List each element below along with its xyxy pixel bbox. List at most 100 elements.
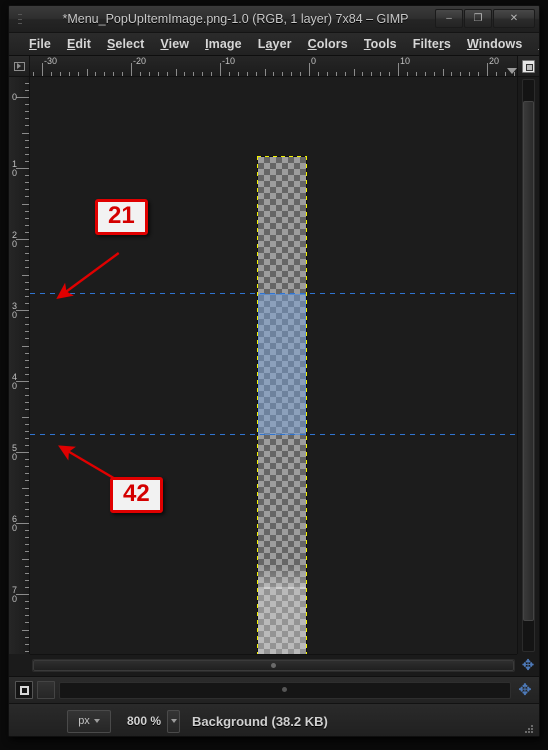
ruler-tick: [291, 72, 293, 76]
zoom-level-value[interactable]: 800 %: [127, 714, 161, 728]
ruler-tick: [202, 72, 204, 76]
ruler-origin-button[interactable]: [9, 56, 30, 77]
maximize-button[interactable]: ❐: [464, 9, 492, 28]
ruler-tick: [504, 72, 506, 76]
ruler-label-v: 20: [12, 230, 18, 249]
ruler-tick: [513, 72, 515, 76]
ruler-tick: [398, 63, 399, 76]
zoom-dropdown-button[interactable]: [167, 709, 181, 733]
menu-windows[interactable]: Windows: [459, 35, 530, 53]
ruler-tick: [25, 636, 29, 638]
menu-colors[interactable]: Colors: [300, 35, 356, 53]
unit-selector-label: px: [78, 715, 90, 727]
ruler-tick: [25, 146, 29, 148]
ruler-tick: [282, 72, 284, 76]
title-bar[interactable]: *Menu_PopUpItemImage.png-1.0 (RGB, 1 lay…: [9, 6, 539, 33]
minimize-button[interactable]: ‒: [435, 9, 463, 28]
resize-grip[interactable]: [525, 725, 535, 735]
close-button[interactable]: ✕: [493, 9, 535, 28]
ruler-tick: [25, 104, 29, 106]
ruler-tick: [25, 260, 29, 262]
window-menu-grip[interactable]: [14, 12, 26, 26]
ruler-tick: [273, 72, 275, 76]
ruler-label-v: 60: [12, 514, 18, 533]
image-canvas[interactable]: 21 42: [30, 77, 517, 654]
ruler-tick: [166, 72, 168, 76]
ruler-tick: [25, 267, 29, 269]
vertical-scrollbar[interactable]: [517, 77, 539, 654]
menu-help[interactable]: Help: [530, 35, 539, 53]
ruler-tick: [317, 72, 319, 76]
unit-selector[interactable]: px: [67, 709, 111, 733]
ruler-tick: [25, 501, 29, 503]
ruler-tick: [25, 459, 29, 461]
ruler-tick: [25, 437, 29, 439]
horizontal-pan-bar[interactable]: [59, 681, 511, 699]
menu-edit[interactable]: Edit: [59, 35, 99, 53]
ruler-label-h: 0: [311, 56, 317, 66]
canvas-work-area: -30 -20 -10 0 10 20 010203040506070 21 4…: [9, 56, 539, 676]
vertical-ruler[interactable]: 0 10 20 30 40 50 60 70: [9, 77, 30, 654]
menu-file[interactable]: File: [21, 35, 59, 53]
maximize-icon: ❐: [473, 12, 483, 24]
navigation-preview-button[interactable]: [517, 56, 539, 77]
ruler-tick: [25, 537, 29, 539]
ruler-tick: [25, 139, 29, 141]
horizontal-guide-21[interactable]: [30, 293, 517, 294]
ruler-tick: [25, 544, 29, 546]
ruler-tick: [442, 69, 444, 76]
menu-view[interactable]: View: [152, 35, 197, 53]
annotation-label-42: 42: [110, 477, 163, 513]
ruler-tick: [487, 63, 488, 76]
ruler-tick: [25, 288, 29, 290]
ruler-label-h: -30: [44, 56, 58, 66]
ruler-origin-icon: [13, 61, 25, 71]
quick-mask-toggle[interactable]: [15, 681, 33, 699]
ruler-tick: [25, 125, 29, 127]
vertical-scrollbar-thumb[interactable]: [523, 101, 534, 621]
ruler-tick: [22, 132, 29, 134]
ruler-tick: [25, 650, 29, 652]
chevron-down-icon: [93, 719, 100, 723]
ruler-tick: [148, 72, 150, 76]
horizontal-scrollbar[interactable]: [30, 654, 517, 676]
ruler-tick: [25, 373, 29, 375]
ruler-tick: [246, 72, 248, 76]
ruler-tick: [25, 182, 29, 184]
ruler-end-marker-icon: [507, 68, 517, 74]
horizontal-ruler[interactable]: -30 -20 -10 0 10 20: [30, 56, 517, 77]
menu-image[interactable]: Image: [197, 35, 250, 53]
navigation-icon: [522, 59, 535, 73]
ruler-label-h: -10: [222, 56, 236, 66]
canvas-corner-control[interactable]: ✥: [517, 654, 539, 676]
horizontal-scrollbar-thumb[interactable]: [33, 660, 514, 671]
horizontal-guide-42[interactable]: [30, 434, 517, 435]
pointer-mode-button[interactable]: [37, 681, 55, 699]
menu-tools[interactable]: Tools: [356, 35, 405, 53]
ruler-tick: [335, 72, 337, 76]
ruler-tick: [25, 89, 29, 91]
pan-move-icon[interactable]: ✥: [515, 680, 535, 700]
ruler-tick: [104, 72, 106, 76]
image-layer[interactable]: [257, 156, 307, 654]
ruler-tick: [25, 153, 29, 155]
menu-select[interactable]: Select: [99, 35, 152, 53]
ruler-tick: [25, 409, 29, 411]
ruler-tick: [42, 63, 43, 76]
ruler-tick: [309, 63, 310, 76]
layer-content-gradient: [258, 565, 306, 589]
ruler-tick: [50, 72, 52, 76]
ruler-tick: [139, 72, 141, 76]
gimp-window: *Menu_PopUpItemImage.png-1.0 (RGB, 1 lay…: [8, 5, 540, 737]
ruler-tick: [380, 72, 382, 76]
ruler-label-v: 50: [12, 443, 18, 462]
ruler-tick: [25, 295, 29, 297]
ruler-tick: [25, 423, 29, 425]
ruler-tick: [25, 196, 29, 198]
ruler-tick: [25, 601, 29, 603]
menu-filters[interactable]: Filters: [405, 35, 459, 53]
ruler-tick: [95, 72, 97, 76]
menu-layer[interactable]: Layer: [250, 35, 300, 53]
status-message: Background (38.2 KB): [192, 713, 328, 729]
ruler-tick: [25, 210, 29, 212]
